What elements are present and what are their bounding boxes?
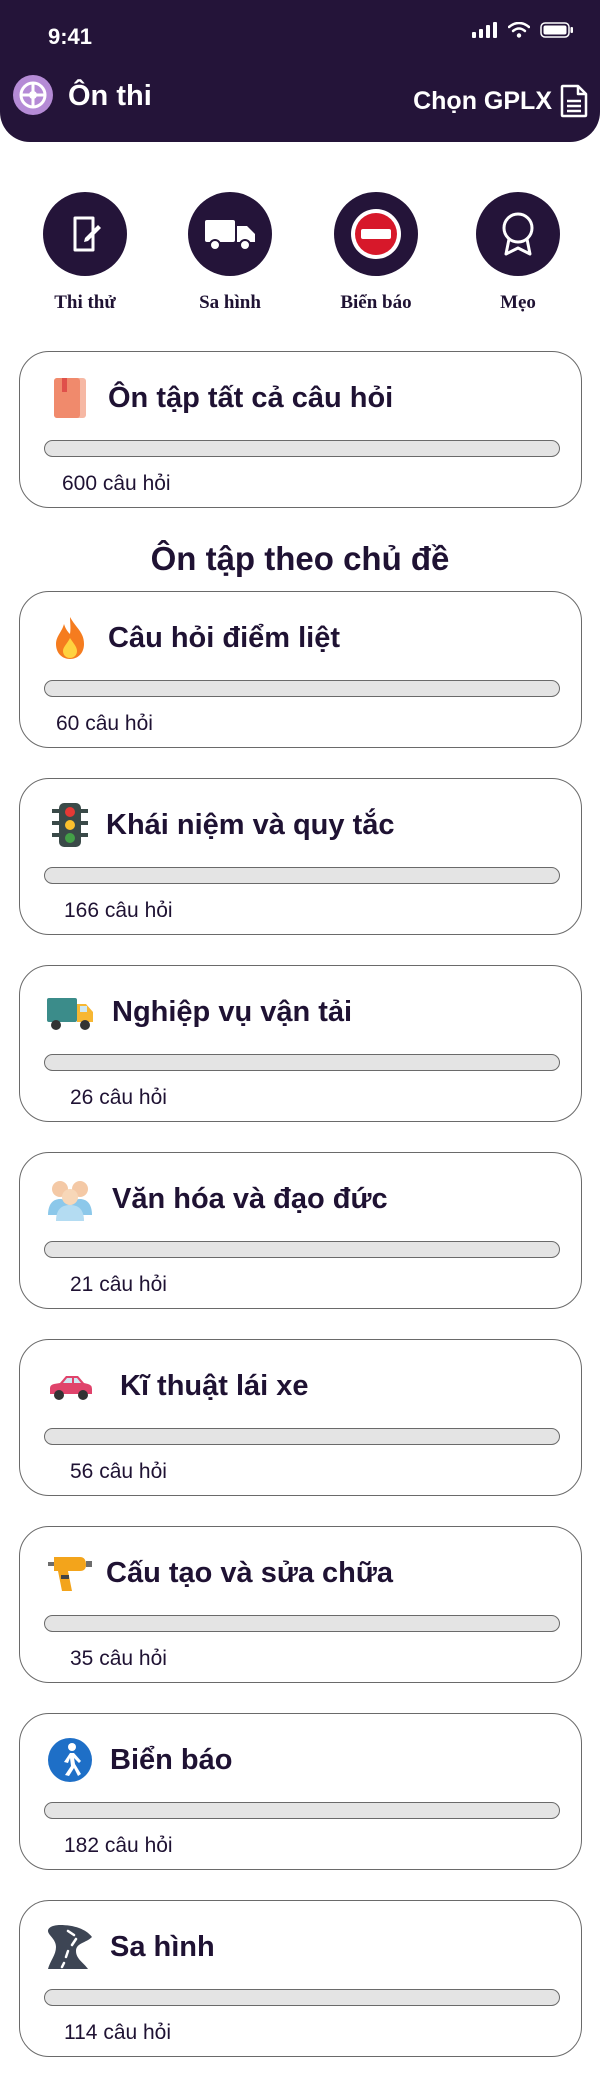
card-title: Ôn tập tất cả câu hỏi	[108, 382, 394, 414]
progress-bar	[44, 1615, 560, 1632]
progress-bar	[44, 1802, 560, 1819]
card-title: Kĩ thuật lái xe	[120, 1370, 309, 1402]
quick-action-exam[interactable]: Thi thử	[25, 192, 145, 314]
car-icon	[50, 1376, 92, 1400]
progress-bar	[44, 867, 560, 884]
progress-bar	[44, 1428, 560, 1445]
topic-card-transport[interactable]: Nghiệp vụ vận tải 26 câu hỏi	[19, 965, 582, 1122]
book-icon	[54, 378, 86, 418]
road-icon	[48, 1925, 92, 1969]
exam-edit-icon	[73, 216, 101, 252]
select-license-button[interactable]: Chọn GPLX	[413, 84, 588, 118]
wifi-icon	[508, 22, 530, 38]
question-count: 166 câu hỏi	[64, 899, 173, 922]
steering-wheel-logo-icon	[13, 75, 53, 115]
question-count: 182 câu hỏi	[64, 1834, 173, 1857]
question-count: 35 câu hỏi	[70, 1647, 167, 1670]
quick-action-circle	[188, 192, 272, 276]
no-entry-sign-icon	[351, 209, 401, 259]
card-title: Biển báo	[110, 1744, 233, 1776]
pedestrian-sign-icon	[48, 1738, 92, 1782]
review-all-card[interactable]: Ôn tập tất cả câu hỏi 600 câu hỏi	[19, 351, 582, 508]
drill-icon	[48, 1557, 92, 1591]
question-count: 21 câu hỏi	[70, 1273, 167, 1296]
progress-bar	[44, 1054, 560, 1071]
quick-action-simulation[interactable]: Sa hình	[170, 192, 290, 314]
award-badge-icon	[502, 212, 534, 256]
card-title: Sa hình	[110, 1931, 215, 1963]
progress-bar	[44, 1989, 560, 2006]
question-count: 56 câu hỏi	[70, 1460, 167, 1483]
delivery-truck-icon	[47, 998, 93, 1030]
quick-action-circle	[334, 192, 418, 276]
traffic-light-icon	[52, 803, 88, 847]
question-count: 114 câu hỏi	[64, 2021, 172, 2044]
quick-action-label: Biển báo	[340, 292, 412, 313]
card-title: Văn hóa và đạo đức	[112, 1183, 388, 1215]
topic-card-driving[interactable]: Kĩ thuật lái xe 56 câu hỏi	[19, 1339, 582, 1496]
fire-icon	[56, 617, 84, 659]
progress-bar	[44, 440, 560, 457]
quick-action-label: Mẹo	[500, 292, 536, 313]
signal-icon	[472, 22, 497, 38]
card-title: Cấu tạo và sửa chữa	[106, 1557, 393, 1589]
question-count: 26 câu hỏi	[70, 1086, 167, 1109]
question-count: 600 câu hỏi	[62, 472, 171, 495]
question-count: 60 câu hỏi	[56, 712, 153, 735]
truck-icon	[205, 220, 255, 251]
status-time: 9:41	[48, 24, 93, 49]
quick-action-circle	[43, 192, 127, 276]
quick-actions: Thi thử Sa hình Biển báo Mẹo	[0, 192, 600, 322]
select-license-label: Chọn GPLX	[413, 86, 552, 115]
quick-action-signs[interactable]: Biển báo	[316, 192, 436, 314]
topic-card-rules[interactable]: Khái niệm và quy tắc 166 câu hỏi	[19, 778, 582, 935]
card-title: Câu hỏi điểm liệt	[108, 622, 341, 654]
page-title: Ôn thi	[68, 80, 152, 112]
topic-card-signs[interactable]: Biển báo 182 câu hỏi	[19, 1713, 582, 1870]
topic-card-culture[interactable]: Văn hóa và đạo đức 21 câu hỏi	[19, 1152, 582, 1309]
battery-icon	[540, 22, 573, 38]
quick-action-label: Thi thử	[54, 292, 116, 313]
topic-card-critical[interactable]: Câu hỏi điểm liệt 60 câu hỏi	[19, 591, 582, 748]
topic-card-repair[interactable]: Cấu tạo và sửa chữa 35 câu hỏi	[19, 1526, 582, 1683]
card-title: Khái niệm và quy tắc	[106, 809, 395, 841]
people-icon	[48, 1181, 92, 1221]
quick-action-tips[interactable]: Mẹo	[458, 192, 578, 314]
card-title: Nghiệp vụ vận tải	[112, 996, 353, 1028]
document-icon	[560, 84, 588, 118]
quick-action-circle	[476, 192, 560, 276]
status-icons	[472, 22, 574, 38]
app-header: 9:41 Ôn thi Chọn GPLX	[0, 0, 600, 142]
progress-bar	[44, 1241, 560, 1258]
section-title: Ôn tập theo chủ đề	[150, 540, 450, 577]
quick-action-label: Sa hình	[199, 292, 261, 313]
progress-bar	[44, 680, 560, 697]
topic-card-simulation[interactable]: Sa hình 114 câu hỏi	[19, 1900, 582, 2057]
